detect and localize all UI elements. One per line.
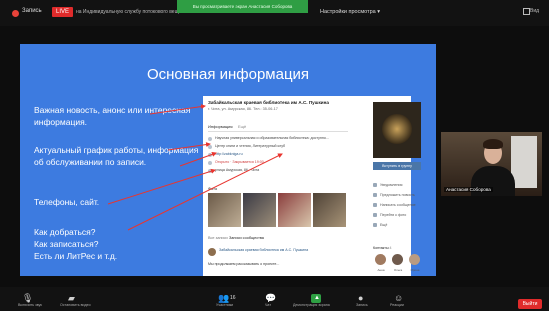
annotation-arrows — [107, 104, 283, 231]
participant-name: Анастасия Соборова — [444, 187, 493, 192]
reactions-icon: ☺ — [394, 293, 404, 303]
chat-icon: 💬 — [265, 293, 277, 303]
share-screen-button[interactable]: ▲ Демонстрация экрана — [293, 293, 330, 307]
meeting-toolbar: 🎙 Включить звук ▰ Остановить видео 👥 16 … — [0, 287, 549, 311]
stream-status-text: на Индивидуальную службу потокового веща… — [76, 9, 190, 15]
view-layout-icon[interactable] — [523, 8, 530, 15]
mute-label: Включить звук — [18, 303, 42, 307]
participants-icon: 👥 — [218, 293, 230, 303]
video-background-door — [511, 136, 537, 188]
participant-hair — [483, 139, 503, 149]
participants-label: Участники — [216, 303, 234, 307]
view-options-dropdown[interactable]: Настройки просмотра ▾ — [320, 9, 380, 15]
arrow-to-schedule — [167, 142, 211, 151]
leave-meeting-button[interactable]: Выйти — [518, 299, 542, 309]
arrow-to-hours — [179, 152, 217, 167]
record-label: Запись — [356, 303, 368, 307]
reactions-label: Реакции — [390, 303, 404, 307]
recording-label[interactable]: Запись — [22, 8, 42, 14]
share-screen-label: Демонстрация экрана — [293, 303, 330, 307]
stop-video-label: Остановить видео — [60, 303, 91, 307]
meeting-top-bar: Запись LIVE на Индивидуальную службу пот… — [0, 0, 549, 26]
microphone-icon: 🎙 — [22, 293, 34, 303]
share-screen-icon: ▲ — [311, 294, 321, 303]
arrow-to-address — [127, 153, 283, 231]
arrow-to-phones — [107, 168, 216, 205]
participant-video-tile[interactable]: Анастасия Соборова — [441, 132, 542, 196]
participants-count: 16 — [230, 295, 236, 301]
arrow-to-news — [149, 104, 206, 115]
live-badge[interactable]: LIVE — [52, 7, 74, 17]
viewing-screen-banner: Вы просматриваете экран Анастасия Соборо… — [177, 0, 308, 13]
zoom-window: Запись LIVE на Индивидуальную службу пот… — [0, 0, 549, 311]
record-icon: ● — [358, 293, 364, 303]
view-button-label[interactable]: Вид — [530, 8, 539, 14]
recording-dot-icon — [12, 10, 19, 17]
video-camera-icon: ▰ — [68, 293, 75, 303]
shared-screen-slide: Основная информация Важная новость, анон… — [20, 44, 436, 276]
chat-label: Чат — [265, 303, 271, 307]
